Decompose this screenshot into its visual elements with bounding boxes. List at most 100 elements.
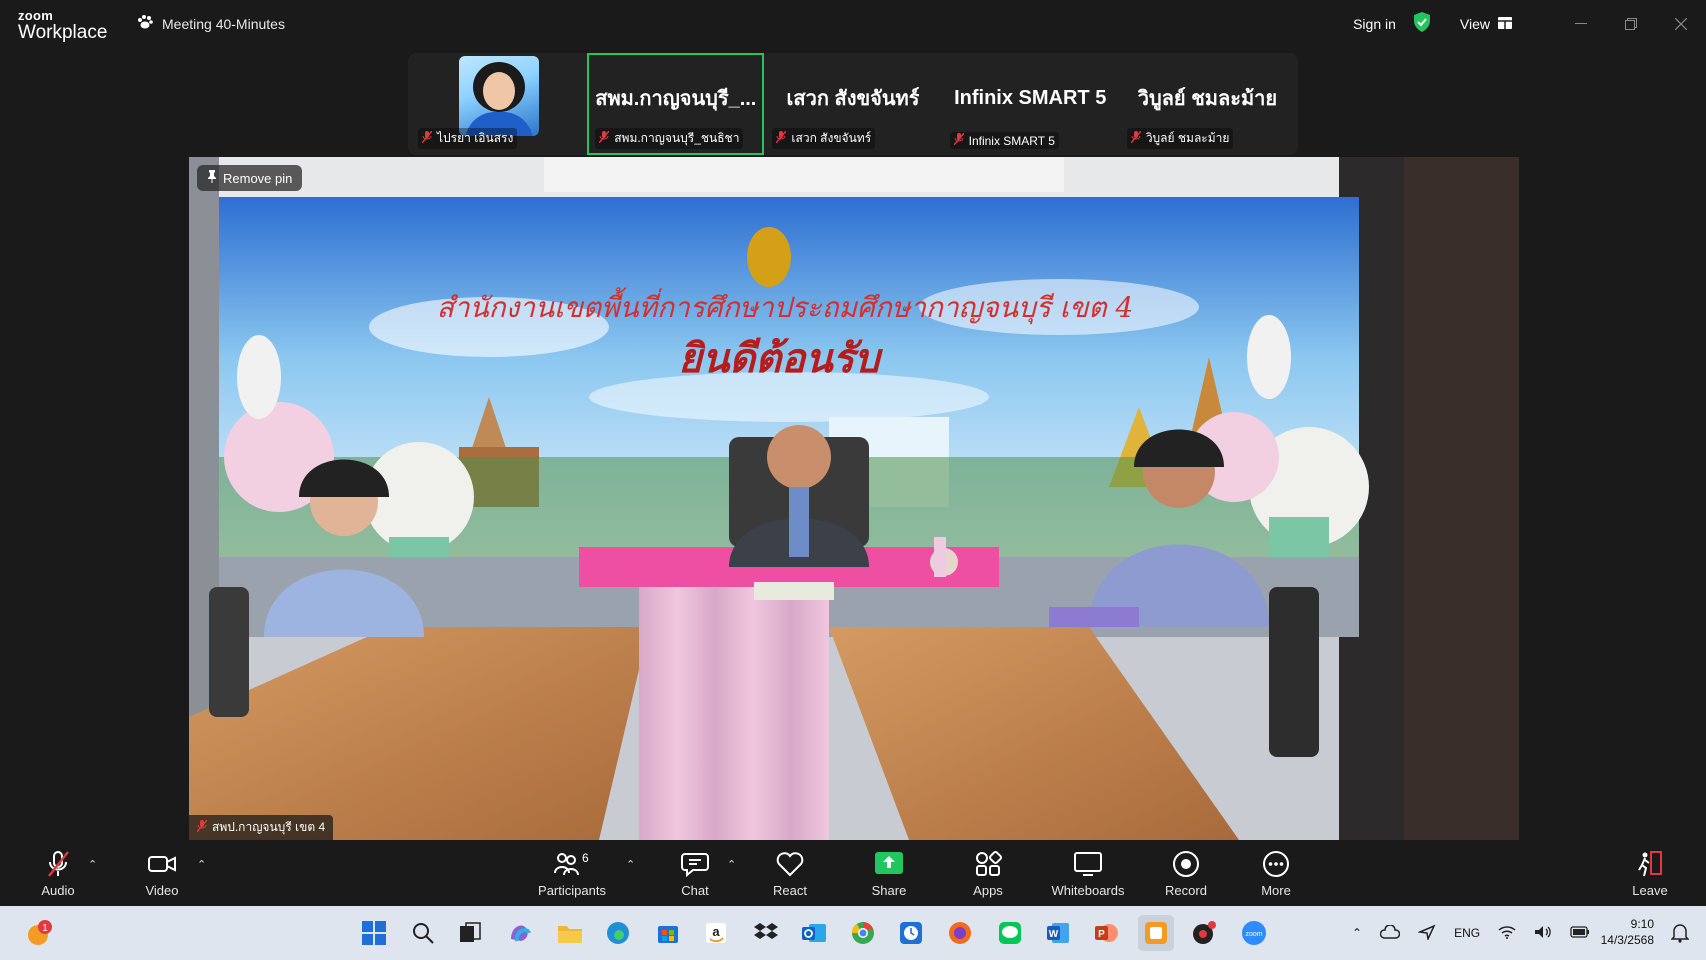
apps-grid-icon xyxy=(974,849,1002,879)
close-icon[interactable] xyxy=(1656,0,1706,48)
powerpoint-icon[interactable]: P xyxy=(1088,915,1124,951)
record-button[interactable]: Record xyxy=(1164,840,1208,906)
leave-door-icon xyxy=(1636,849,1664,879)
chat-button[interactable]: Chat xyxy=(674,840,716,906)
show-hidden-icons-chevron-up-icon[interactable]: ⌃ xyxy=(1352,926,1362,940)
meeting-toolbar: Audio ⌃ Video ⌃ 6 Participants ⌃ Chat ⌃ xyxy=(0,840,1706,906)
sign-in-link[interactable]: Sign in xyxy=(1353,16,1396,32)
share-screen-button[interactable]: Share xyxy=(866,840,912,906)
participants-count: 6 xyxy=(582,851,589,865)
video-camera-icon xyxy=(147,849,177,879)
microsoft-store-icon[interactable] xyxy=(650,915,686,951)
line-app-icon[interactable] xyxy=(992,915,1028,951)
widgets-weather-icon[interactable]: 1 xyxy=(20,915,56,951)
volume-icon[interactable] xyxy=(1534,925,1552,942)
location-icon[interactable] xyxy=(1417,924,1436,943)
share-arrow-icon xyxy=(874,849,904,879)
title-bar: zoom Workplace Meeting 40-Minutes Sign i… xyxy=(0,0,1706,48)
video-button[interactable]: Video xyxy=(140,840,184,906)
dropbox-icon[interactable] xyxy=(748,915,784,951)
participant-name-tag: ไปรยา เอินสรง xyxy=(418,128,518,149)
clock-date: 14/3/2568 xyxy=(1600,933,1654,947)
firefox-icon[interactable] xyxy=(942,915,978,951)
grid-icon xyxy=(1498,16,1512,32)
minimize-icon[interactable] xyxy=(1556,0,1606,48)
system-tray: ⌃ ENG xyxy=(1352,906,1590,960)
speaker-name-tag: สพป.กาญจนบุรี เขต 4 xyxy=(189,815,334,840)
muted-mic-icon xyxy=(46,849,70,879)
participant-tile[interactable]: Infinix SMART 5 Infinix SMART 5 xyxy=(942,53,1119,155)
edge-browser-icon[interactable] xyxy=(600,915,636,951)
audio-button[interactable]: Audio xyxy=(36,840,80,906)
participants-options-chevron-up-icon[interactable]: ⌃ xyxy=(626,858,635,871)
audio-options-chevron-up-icon[interactable]: ⌃ xyxy=(88,858,97,871)
paw-icon xyxy=(136,14,154,33)
clock-time: 9:10 xyxy=(1630,917,1654,931)
svg-text:zoom: zoom xyxy=(1245,931,1262,938)
banner-welcome: ยินดีต้อนรับ xyxy=(679,335,884,382)
taskbar-clock[interactable]: 9:10 14/3/2568 xyxy=(1601,916,1654,948)
language-indicator[interactable]: ENG xyxy=(1454,926,1480,940)
notification-bell-icon[interactable] xyxy=(1662,915,1698,951)
video-options-chevron-up-icon[interactable]: ⌃ xyxy=(197,858,206,871)
participants-icon: 6 xyxy=(552,849,592,879)
participants-button[interactable]: 6 Participants xyxy=(532,840,612,906)
remove-pin-button[interactable]: Remove pin xyxy=(197,165,303,191)
participant-tile[interactable]: ไปรยา เอินสรง xyxy=(410,53,587,155)
brand-bottom: Workplace xyxy=(18,22,108,43)
task-view-icon[interactable] xyxy=(452,915,488,951)
banner-title: สำนักงานเขตพื้นที่การศึกษาประถมศึกษากาญจ… xyxy=(437,287,1134,325)
file-explorer-icon[interactable] xyxy=(552,915,588,951)
zoom-workplace-logo: zoom Workplace xyxy=(18,9,107,42)
react-button[interactable]: React xyxy=(768,840,812,906)
app-with-badge-icon[interactable] xyxy=(1186,915,1222,951)
security-shield-icon[interactable] xyxy=(1412,11,1432,38)
meeting-title: Meeting 40-Minutes xyxy=(162,15,285,32)
svg-text:P: P xyxy=(1098,929,1105,940)
participant-big-name: สพม.กาญจนบุรี_... xyxy=(595,88,757,110)
windows-taskbar: 1 a W P zoom ⌃ ENG 9:10 14/3/2568 xyxy=(0,906,1706,960)
clock-app-icon[interactable] xyxy=(893,915,929,951)
main-video[interactable]: สำนักงานเขตพื้นที่การศึกษาประถมศึกษากาญจ… xyxy=(189,157,1519,840)
copilot-icon[interactable] xyxy=(502,915,538,951)
outlook-icon[interactable] xyxy=(796,915,832,951)
participant-big-name: เสวก สังขจันทร์ xyxy=(786,88,920,110)
muted-mic-icon xyxy=(775,130,787,146)
leave-button[interactable]: Leave xyxy=(1628,840,1672,906)
zoom-app-icon[interactable]: zoom xyxy=(1236,915,1272,951)
amazon-icon[interactable]: a xyxy=(698,915,734,951)
chrome-icon[interactable] xyxy=(845,915,881,951)
participant-big-name: วิบูลย์ ชมละม้าย xyxy=(1137,88,1278,110)
participant-tile[interactable]: เสวก สังขจันทร์ เสวก สังขจันทร์ xyxy=(764,53,941,155)
battery-icon[interactable] xyxy=(1570,925,1590,941)
pin-icon xyxy=(207,170,217,186)
notification-count: 1 xyxy=(42,923,48,934)
video-scene: สำนักงานเขตพื้นที่การศึกษาประถมศึกษากาญจ… xyxy=(189,157,1519,840)
wifi-icon[interactable] xyxy=(1498,925,1516,942)
word-icon[interactable]: W xyxy=(1040,915,1076,951)
participant-tile[interactable]: วิบูลย์ ชมละม้าย วิบูลย์ ชมละม้าย xyxy=(1119,53,1296,155)
onedrive-cloud-icon[interactable] xyxy=(1379,923,1401,942)
chat-bubble-icon xyxy=(681,849,709,879)
muted-mic-icon xyxy=(421,130,433,146)
muted-mic-icon xyxy=(598,130,610,146)
more-button[interactable]: More xyxy=(1254,840,1298,906)
more-dots-icon xyxy=(1262,849,1290,879)
active-app-icon[interactable] xyxy=(1138,915,1174,951)
zoom-window: zoom Workplace Meeting 40-Minutes Sign i… xyxy=(0,0,1706,960)
view-button[interactable]: View xyxy=(1460,16,1512,32)
brand-top: zoom xyxy=(18,8,54,23)
muted-mic-icon xyxy=(953,132,965,148)
apps-button[interactable]: Apps xyxy=(966,840,1010,906)
whiteboards-button[interactable]: Whiteboards xyxy=(1044,840,1132,906)
participant-tile-active[interactable]: สพม.กาญจนบุรี_... สพม.กาญจนบุรี_ชนธิชา xyxy=(587,53,765,155)
chat-options-chevron-up-icon[interactable]: ⌃ xyxy=(727,858,736,871)
start-windows-icon[interactable] xyxy=(356,915,392,951)
record-icon xyxy=(1172,849,1200,879)
muted-mic-icon xyxy=(1130,130,1142,146)
meeting-info[interactable]: Meeting 40-Minutes xyxy=(136,14,285,33)
participant-big-name: Infinix SMART 5 xyxy=(954,86,1107,109)
view-label: View xyxy=(1459,16,1490,32)
search-icon[interactable] xyxy=(405,915,441,951)
restore-icon[interactable] xyxy=(1606,0,1656,48)
